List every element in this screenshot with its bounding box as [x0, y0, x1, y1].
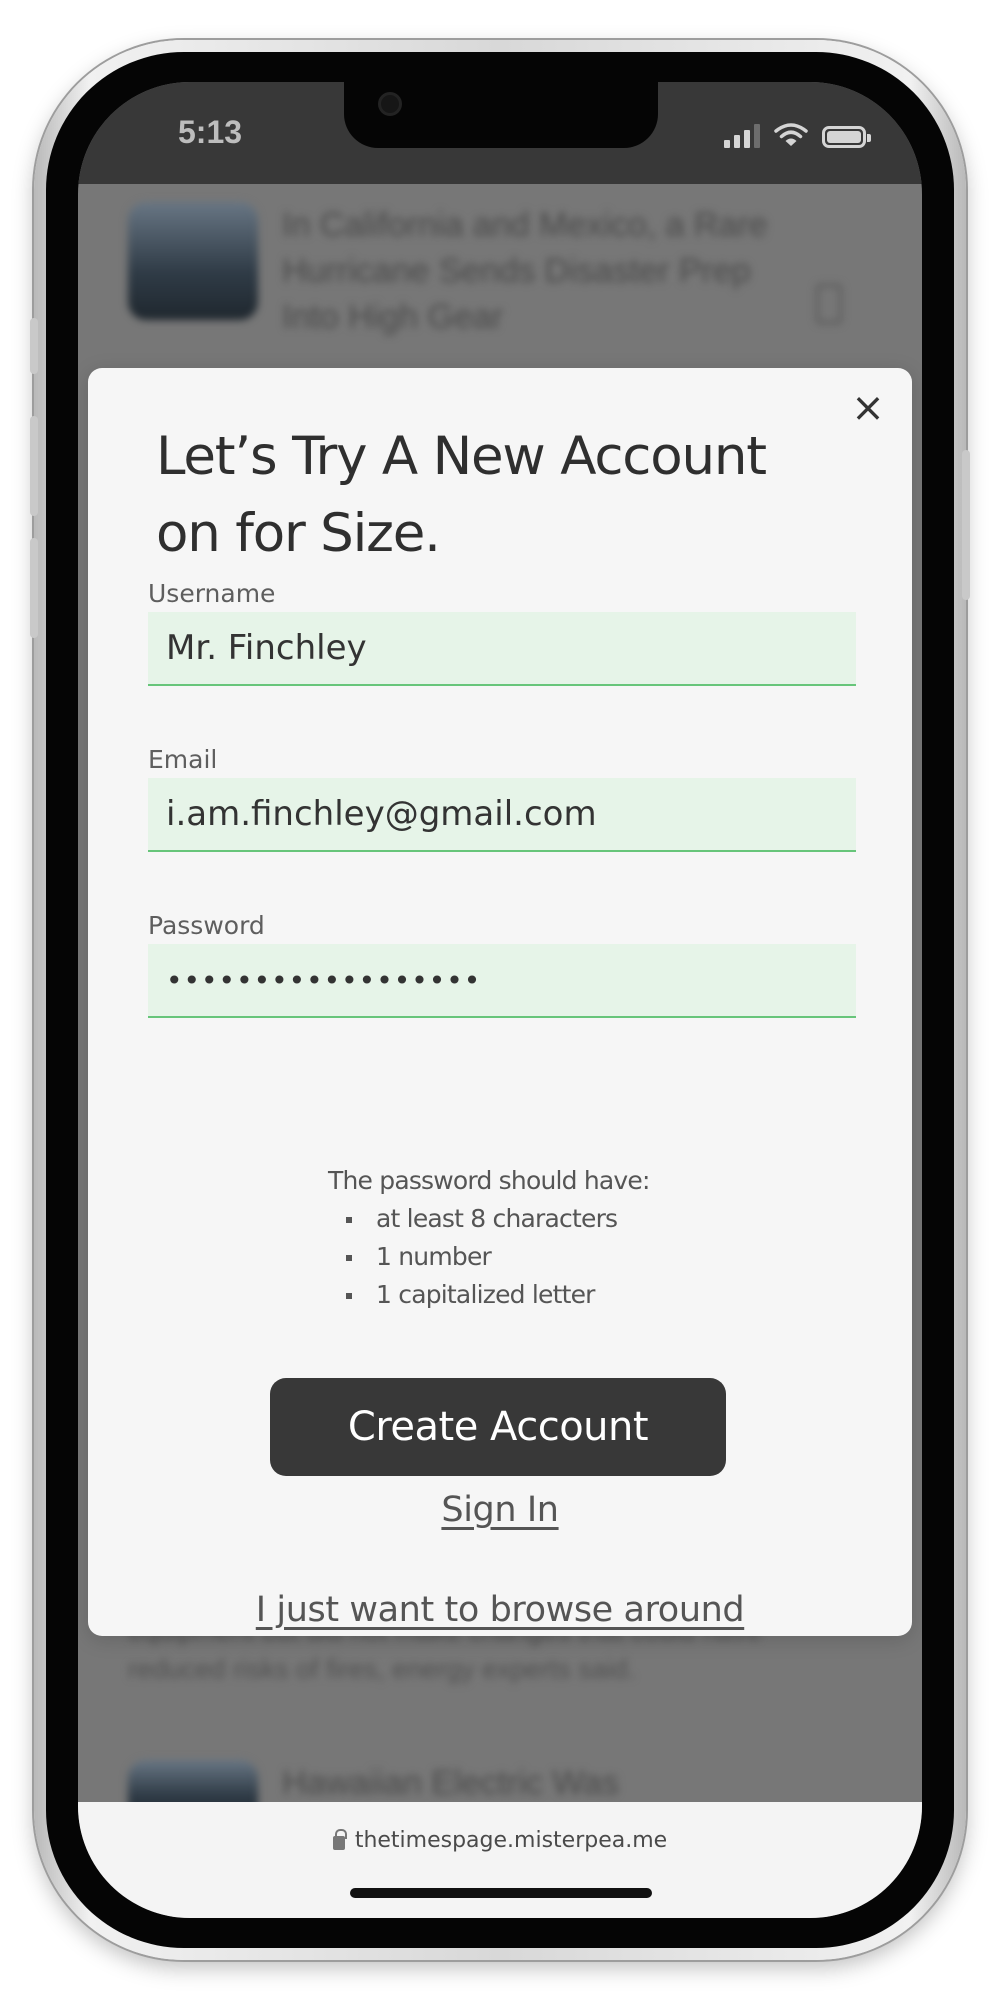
- browser-url-bar[interactable]: thetimespage.misterpea.me: [78, 1802, 922, 1918]
- volume-down-button: [30, 538, 38, 638]
- article-thumbnail: [128, 202, 258, 320]
- username-field: Username: [148, 576, 856, 686]
- background-article: In California and Mexico, a Rare Hurrica…: [128, 202, 848, 336]
- home-indicator[interactable]: [350, 1888, 652, 1898]
- email-field: Email: [148, 742, 856, 852]
- share-icon: [816, 284, 842, 324]
- password-rules-heading: The password should have:: [328, 1166, 650, 1195]
- cellular-signal-icon: [724, 124, 760, 148]
- password-label: Password: [148, 911, 265, 940]
- password-rule: 1 number: [346, 1238, 748, 1276]
- password-input[interactable]: [148, 944, 856, 1018]
- wifi-icon: [774, 123, 808, 146]
- screen: In California and Mexico, a Rare Hurrica…: [78, 82, 922, 1918]
- password-rule: 1 capitalized letter: [346, 1276, 748, 1314]
- sign-in-link[interactable]: Sign In: [88, 1490, 912, 1530]
- signup-modal: × Let’s Try A New Account on for Size. U…: [88, 368, 912, 1636]
- volume-up-button: [30, 416, 38, 516]
- password-field: Password: [148, 908, 856, 1018]
- username-input[interactable]: [148, 612, 856, 686]
- password-rule: at least 8 characters: [346, 1200, 748, 1238]
- silent-switch: [30, 318, 38, 374]
- status-time: 5:13: [178, 114, 243, 150]
- article-title: In California and Mexico, a Rare Hurrica…: [282, 206, 768, 336]
- url-row: thetimespage.misterpea.me: [78, 1828, 922, 1853]
- modal-title: Let’s Try A New Account on for Size.: [156, 426, 767, 564]
- front-camera: [378, 92, 402, 116]
- url-text: thetimespage.misterpea.me: [354, 1828, 668, 1853]
- username-label: Username: [148, 579, 276, 608]
- create-account-button[interactable]: Create Account: [270, 1378, 726, 1476]
- password-requirements: The password should have: at least 8 cha…: [328, 1162, 748, 1314]
- close-button[interactable]: ×: [846, 386, 890, 430]
- email-label: Email: [148, 745, 218, 774]
- battery-icon: [822, 126, 871, 148]
- password-rules-list: at least 8 characters 1 number 1 capital…: [328, 1200, 748, 1314]
- power-button: [962, 450, 970, 600]
- browse-link[interactable]: I just want to browse around: [88, 1590, 912, 1630]
- lock-icon: [332, 1829, 347, 1850]
- email-input[interactable]: [148, 778, 856, 852]
- status-icons: [724, 118, 871, 148]
- article-title: Hawaiian Electric Was: [282, 1764, 619, 1802]
- close-icon: ×: [851, 385, 885, 431]
